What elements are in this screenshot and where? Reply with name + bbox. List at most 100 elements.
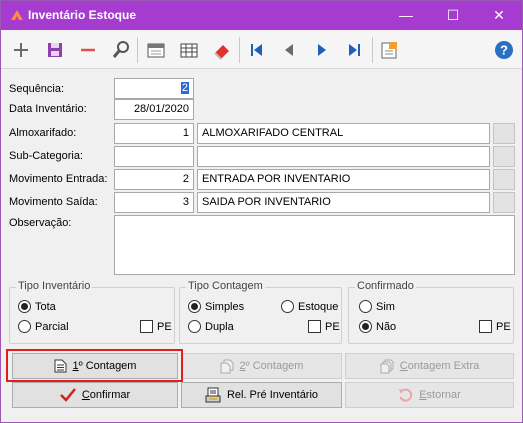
mov-saida-code-field[interactable]: 3: [114, 192, 194, 213]
contagem-extra-button[interactable]: Contagem Extra: [345, 353, 514, 379]
almoxarifado-desc-field[interactable]: ALMOXARIFADO CENTRAL: [197, 123, 490, 144]
inventario-window: Inventário Estoque — ☐ ✕ ? Sequência: Da…: [0, 0, 523, 423]
contagem-simples-label: Simples: [205, 300, 245, 313]
report-icon[interactable]: [377, 38, 401, 62]
tipo-inventario-pe-checkbox[interactable]: PE: [140, 320, 172, 333]
report-print-icon: [205, 387, 221, 403]
observacao-textarea[interactable]: [114, 215, 515, 275]
contagem-estoque-label: Estoque: [298, 300, 339, 313]
window-title: Inventário Estoque: [28, 8, 137, 22]
documents-icon: [220, 359, 234, 373]
close-button[interactable]: ✕: [476, 1, 522, 30]
radio-indicator: [188, 320, 201, 333]
pe-label: PE: [496, 320, 511, 333]
tipo-contagem-group: Tipo Contagem Simples Dupla Estoque PE: [179, 280, 342, 344]
sequencia-field[interactable]: 2: [114, 78, 194, 99]
tipo-total-radio[interactable]: Tota: [18, 300, 56, 313]
pe-label: PE: [325, 320, 340, 333]
eraser-icon[interactable]: [210, 38, 234, 62]
contagem-estoque-radio[interactable]: Estoque: [281, 300, 338, 313]
title-bar[interactable]: Inventário Estoque — ☐ ✕: [1, 1, 522, 30]
export-icon[interactable]: [144, 38, 168, 62]
app-logo-icon: [11, 10, 23, 20]
segunda-contagem-button[interactable]: 2º Contagem: [181, 353, 342, 379]
tipo-contagem-pe-checkbox[interactable]: PE: [308, 320, 340, 333]
confirmar-button[interactable]: Confirmar: [12, 382, 178, 408]
radio-indicator: [281, 300, 294, 313]
rel-pre-inventario-button[interactable]: Rel. Pré Inventário: [181, 382, 342, 408]
tipo-parcial-radio[interactable]: Parcial: [18, 320, 69, 333]
subcategoria-lookup-button[interactable]: [493, 146, 515, 167]
documents-stack-icon: [380, 359, 394, 373]
mov-saida-label: Movimento Saída:: [9, 196, 98, 208]
mov-entrada-code-field[interactable]: 2: [114, 169, 194, 190]
mov-entrada-desc-field[interactable]: ENTRADA POR INVENTARIO: [197, 169, 490, 190]
radio-indicator: [359, 300, 372, 313]
confirmar-label: Confirmar: [81, 389, 131, 401]
previous-record-icon[interactable]: [277, 38, 301, 62]
contagem-dupla-label: Dupla: [205, 320, 234, 333]
confirmado-nao-label: Não: [376, 320, 397, 333]
first-record-icon[interactable]: [244, 38, 268, 62]
almoxarifado-label: Almoxarifado:: [9, 127, 77, 139]
mov-entrada-label: Movimento Entrada:: [9, 173, 108, 185]
checkbox-indicator: [479, 320, 492, 333]
radio-indicator: [359, 320, 372, 333]
mov-entrada-lookup-button[interactable]: [493, 169, 515, 190]
confirmado-pe-checkbox[interactable]: PE: [479, 320, 511, 333]
observacao-label: Observação:: [9, 217, 72, 229]
radio-indicator: [18, 300, 31, 313]
save-icon[interactable]: [43, 38, 67, 62]
pe-label: PE: [157, 320, 172, 333]
mov-saida-lookup-button[interactable]: [493, 192, 515, 213]
radio-indicator: [18, 320, 31, 333]
search-icon[interactable]: [109, 38, 133, 62]
data-inventario-label: Data Inventário:: [9, 103, 87, 115]
maximize-button[interactable]: ☐: [430, 1, 476, 30]
checkmark-icon: [59, 388, 76, 402]
radio-indicator: [188, 300, 201, 313]
svg-text:?: ?: [500, 43, 508, 58]
segunda-contagem-label: 2º Contagem: [239, 360, 304, 372]
last-record-icon[interactable]: [343, 38, 367, 62]
confirmado-title: Confirmado: [355, 280, 416, 292]
confirmado-sim-label: Sim: [376, 300, 395, 313]
data-inventario-field[interactable]: 28/01/2020: [114, 99, 194, 120]
confirmado-group: Confirmado Sim Não PE: [348, 280, 514, 344]
tipo-inventario-title: Tipo Inventário: [16, 280, 93, 292]
toolbar-separator: [239, 37, 240, 63]
tipo-inventario-group: Tipo Inventário Tota Parcial PE: [9, 280, 175, 344]
grid-icon[interactable]: [177, 38, 201, 62]
confirmado-sim-radio[interactable]: Sim: [359, 300, 395, 313]
checkbox-indicator: [140, 320, 153, 333]
sequencia-label: Sequência:: [9, 83, 65, 95]
confirmado-nao-radio[interactable]: Não: [359, 320, 396, 333]
almoxarifado-code-field[interactable]: 1: [114, 123, 194, 144]
subcategoria-label: Sub-Categoria:: [9, 150, 83, 162]
estornar-label: Estornar: [419, 389, 461, 401]
contagem-extra-label: Contagem Extra: [399, 360, 480, 372]
rel-pre-inventario-label: Rel. Pré Inventário: [226, 389, 319, 401]
subcategoria-desc-field[interactable]: [197, 146, 490, 167]
toolbar-separator: [372, 37, 373, 63]
sequencia-value: 2: [180, 82, 189, 94]
tipo-total-label: Tota: [35, 300, 56, 313]
minimize-button[interactable]: —: [383, 1, 429, 30]
next-record-icon[interactable]: [310, 38, 334, 62]
toolbar: ?: [1, 31, 522, 69]
estornar-button[interactable]: Estornar: [345, 382, 514, 408]
highlight-box: [6, 349, 183, 382]
add-icon[interactable]: [9, 38, 33, 62]
tipo-contagem-title: Tipo Contagem: [186, 280, 265, 292]
tipo-parcial-label: Parcial: [35, 320, 69, 333]
help-icon[interactable]: ?: [492, 38, 516, 62]
contagem-simples-radio[interactable]: Simples: [188, 300, 244, 313]
remove-icon[interactable]: [76, 38, 100, 62]
subcategoria-code-field[interactable]: [114, 146, 194, 167]
mov-saida-desc-field[interactable]: SAIDA POR INVENTARIO: [197, 192, 490, 213]
checkbox-indicator: [308, 320, 321, 333]
undo-icon: [399, 388, 413, 402]
almoxarifado-lookup-button[interactable]: [493, 123, 515, 144]
toolbar-separator: [137, 37, 138, 63]
contagem-dupla-radio[interactable]: Dupla: [188, 320, 234, 333]
